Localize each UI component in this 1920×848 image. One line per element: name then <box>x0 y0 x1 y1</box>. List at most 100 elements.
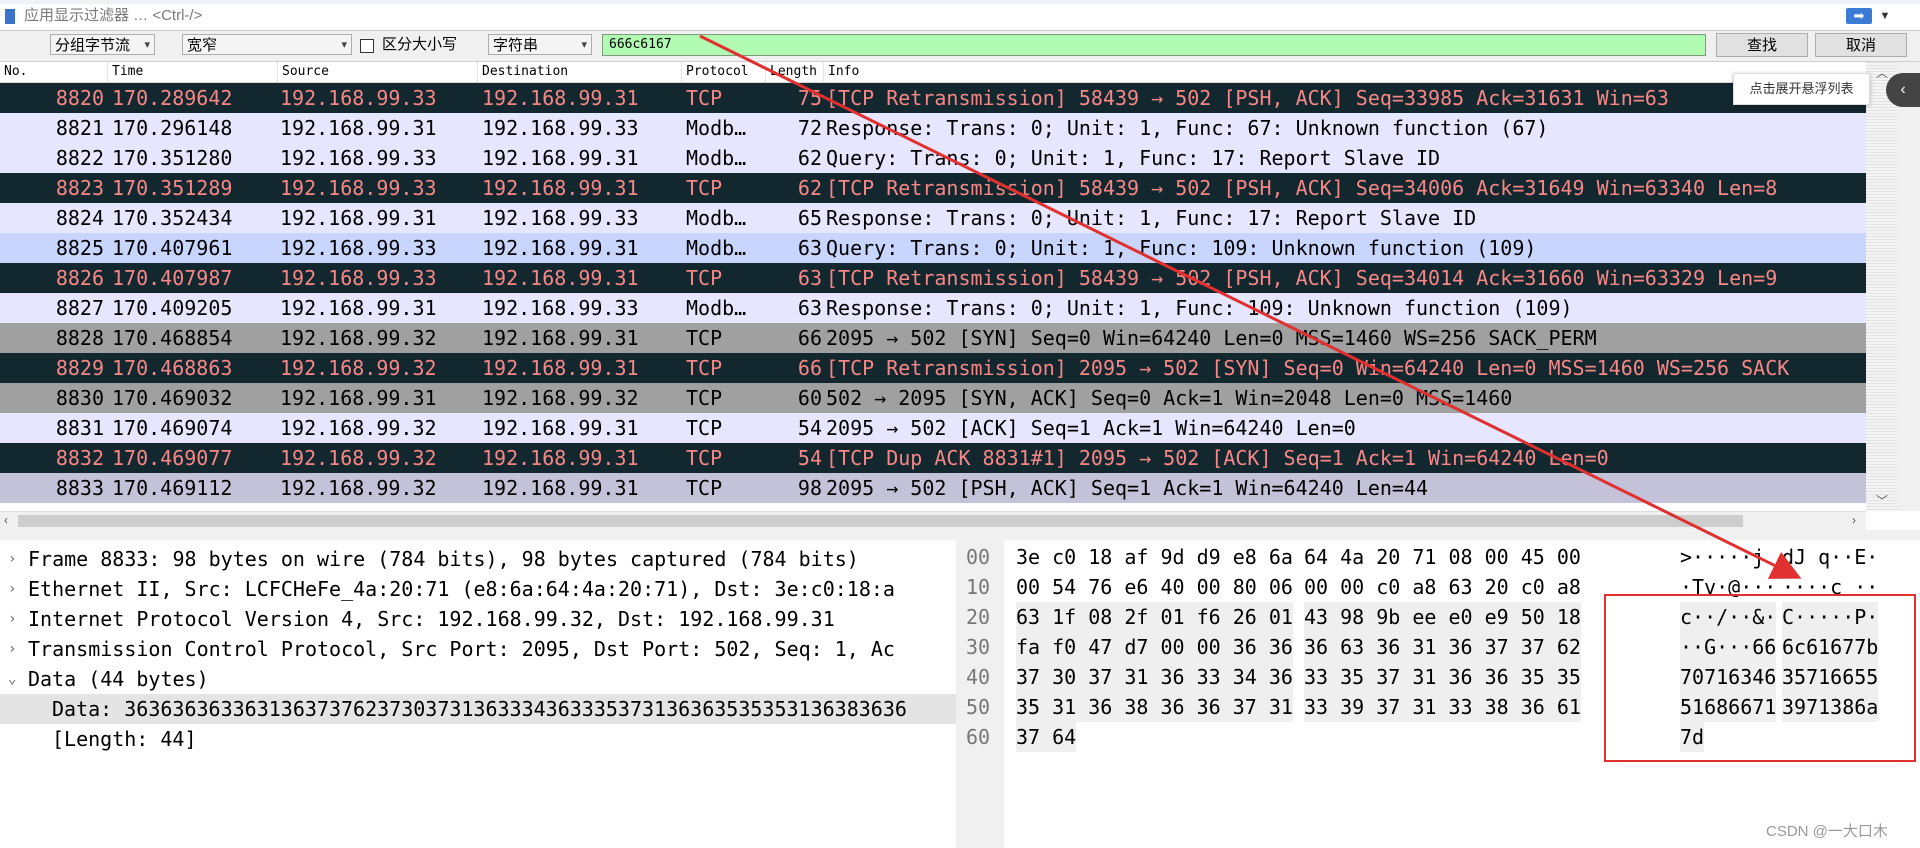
column-header-source[interactable]: Source <box>278 62 478 82</box>
ascii-bytes: dJ q··E· <box>1782 545 1879 569</box>
scroll-up-icon[interactable]: ︿ <box>1876 64 1888 81</box>
packet-row[interactable]: 8821 170.296148 192.168.99.31 192.168.99.33… <box>0 113 1866 143</box>
packet-row[interactable]: 8833 170.469112 192.168.99.32 192.168.99.31… <box>0 473 1866 503</box>
scroll-down-icon[interactable]: ﹀ <box>1876 492 1888 509</box>
case-sensitive-checkbox[interactable] <box>360 39 374 53</box>
pane-divider[interactable] <box>956 540 964 848</box>
column-header-length[interactable]: Length <box>766 62 824 82</box>
expand-arrow-icon[interactable]: › <box>8 604 16 634</box>
byte-offset: 10 <box>966 575 991 599</box>
display-filter-input[interactable]: 应用显示过滤器 … <Ctrl-/> <box>24 5 1824 27</box>
search-type-select[interactable]: 字符串 ▾ <box>488 34 592 55</box>
expand-arrow-icon[interactable]: › <box>8 634 16 664</box>
detail-tree-item[interactable]: Data: 3636363633631363737623730373136333… <box>0 694 956 724</box>
packet-cell-src: 192.168.99.31 <box>280 296 437 320</box>
packet-cell-time: 170.407961 <box>112 236 233 260</box>
packet-cell-proto: TCP <box>686 176 723 200</box>
packet-row[interactable]: 8830 170.469032 192.168.99.31 192.168.99.32… <box>0 383 1866 413</box>
packet-row[interactable]: 8829 170.468863 192.168.99.32 192.168.99.31… <box>0 353 1866 383</box>
column-header-info[interactable]: Info <box>824 62 1866 82</box>
packet-cell-time: 170.407987 <box>112 266 233 290</box>
packet-cell-proto: TCP <box>686 326 723 350</box>
hex-bytes: 3e c0 18 af 9d d9 e8 6a <box>1016 545 1293 569</box>
packet-row[interactable]: 8831 170.469074 192.168.99.32 192.168.99.31… <box>0 413 1866 443</box>
detail-tree-item[interactable]: › Internet Protocol Version 4, Src: 192.1… <box>0 604 956 634</box>
expand-arrow-icon[interactable]: › <box>8 574 16 604</box>
packet-cell-dst: 192.168.99.31 <box>482 236 639 260</box>
packet-row[interactable]: 8832 170.469077 192.168.99.32 192.168.99.31… <box>0 443 1866 473</box>
scroll-left-icon[interactable]: ‹ <box>4 513 8 527</box>
packet-cell-info: 2095 → 502 [PSH, ACK] Seq=1 Ack=1 Win=64… <box>826 476 1429 500</box>
bookmark-icon[interactable] <box>5 9 15 24</box>
collapse-arrow-icon[interactable]: ⌄ <box>8 664 16 694</box>
hex-bytes: 00 00 c0 a8 63 20 c0 a8 <box>1304 575 1581 599</box>
detail-text: Frame 8833: 98 bytes on wire (784 bits),… <box>28 547 859 571</box>
detail-tree-item[interactable]: ⌄ Data (44 bytes) <box>0 664 956 694</box>
expand-arrow-icon[interactable]: › <box>8 544 16 574</box>
packet-cell-dst: 192.168.99.31 <box>482 476 639 500</box>
column-header-no[interactable]: No. <box>0 62 108 82</box>
packet-cell-dst: 192.168.99.33 <box>482 116 639 140</box>
watermark: CSDN @一大口木 <box>1766 823 1888 840</box>
detail-tree-item[interactable]: › Frame 8833: 98 bytes on wire (784 bits)… <box>0 544 956 574</box>
detail-tree-item[interactable]: › Ethernet II, Src: LCFCHeFe_4a:20:71 (e8… <box>0 574 956 604</box>
packet-cell-proto: TCP <box>686 266 723 290</box>
detail-text: Internet Protocol Version 4, Src: 192.16… <box>28 607 835 631</box>
scroll-right-icon[interactable]: › <box>1852 513 1856 527</box>
packet-details-pane[interactable]: › Frame 8833: 98 bytes on wire (784 bits)… <box>0 540 957 848</box>
display-filter-bar: 应用显示过滤器 … <Ctrl-/> ➡ ▼ <box>0 0 1920 31</box>
packet-row[interactable]: 8822 170.351280 192.168.99.33 192.168.99.31… <box>0 143 1866 173</box>
packet-row[interactable]: 8827 170.409205 192.168.99.31 192.168.99.33… <box>0 293 1866 323</box>
column-header-time[interactable]: Time <box>108 62 278 82</box>
packet-row[interactable]: 8825 170.407961 192.168.99.33 192.168.99.31… <box>0 233 1866 263</box>
packet-list-scrollbar[interactable]: ︿ ﹀ <box>1866 62 1920 511</box>
packet-cell-src: 192.168.99.32 <box>280 326 437 350</box>
packet-cell-len: 66 <box>797 326 822 350</box>
packet-cell-proto: Modb… <box>686 206 747 230</box>
packet-cell-proto: TCP <box>686 416 723 440</box>
detail-text: Data (44 bytes) <box>28 667 209 691</box>
charset-select[interactable]: 宽窄 ▾ <box>182 34 352 55</box>
packet-list[interactable]: 8820 170.289642 192.168.99.33 192.168.99.31… <box>0 83 1866 511</box>
packet-cell-time: 170.409205 <box>112 296 233 320</box>
cancel-button[interactable]: 取消 <box>1815 33 1907 57</box>
column-header-protocol[interactable]: Protocol <box>682 62 766 82</box>
detail-tree-item[interactable]: [Length: 44] <box>0 724 956 754</box>
search-input[interactable]: 666c6167 <box>602 34 1706 56</box>
packet-row[interactable]: 8824 170.352434 192.168.99.31 192.168.99.33… <box>0 203 1866 233</box>
packet-cell-len: 65 <box>797 206 822 230</box>
packet-cell-len: 62 <box>797 146 822 170</box>
packet-cell-len: 98 <box>797 476 822 500</box>
packet-cell-src: 192.168.99.31 <box>280 116 437 140</box>
packet-cell-len: 62 <box>797 176 822 200</box>
packet-cell-dst: 192.168.99.31 <box>482 356 639 380</box>
packet-row[interactable]: 8828 170.468854 192.168.99.32 192.168.99.31… <box>0 323 1866 353</box>
hex-bytes: 43 98 9b ee e0 e9 50 18 <box>1304 602 1581 632</box>
scrollbar-thumb[interactable] <box>18 515 1743 527</box>
pane-splitter[interactable] <box>0 530 1920 540</box>
expand-floating-list-tooltip[interactable]: 点击展开悬浮列表 <box>1733 73 1870 105</box>
packet-cell-dst: 192.168.99.33 <box>482 296 639 320</box>
packet-cell-src: 192.168.99.31 <box>280 206 437 230</box>
search-in-select[interactable]: 分组字节流 ▾ <box>50 34 155 55</box>
find-button[interactable]: 查找 <box>1716 33 1808 57</box>
packet-cell-no: 8823 <box>55 176 104 200</box>
arrow-right-icon[interactable]: ➡ <box>1846 8 1872 24</box>
packet-row[interactable]: 8820 170.289642 192.168.99.33 192.168.99.31… <box>0 83 1866 113</box>
packet-cell-time: 170.469032 <box>112 386 233 410</box>
packet-row[interactable]: 8826 170.407987 192.168.99.33 192.168.99.31… <box>0 263 1866 293</box>
packet-cell-no: 8832 <box>55 446 104 470</box>
column-header-destination[interactable]: Destination <box>478 62 682 82</box>
packet-cell-info: 2095 → 502 [SYN] Seq=0 Win=64240 Len=0 M… <box>826 326 1597 350</box>
packet-cell-proto: TCP <box>686 86 723 110</box>
detail-tree-item[interactable]: › Transmission Control Protocol, Src Port… <box>0 634 956 664</box>
packet-cell-time: 170.468863 <box>112 356 233 380</box>
chevron-left-icon[interactable]: ‹ <box>1886 73 1920 107</box>
scrollbar-track[interactable] <box>1866 62 1898 511</box>
packet-row[interactable]: 8823 170.351289 192.168.99.33 192.168.99.31… <box>0 173 1866 203</box>
packet-cell-src: 192.168.99.32 <box>280 446 437 470</box>
chevron-down-icon[interactable]: ▼ <box>1878 8 1892 24</box>
packet-list-horizontal-scrollbar[interactable]: ‹ › <box>0 511 1866 530</box>
packet-cell-info: [TCP Retransmission] 58439 → 502 [PSH, A… <box>826 176 1778 200</box>
hex-bytes: 37 64 <box>1016 722 1077 752</box>
